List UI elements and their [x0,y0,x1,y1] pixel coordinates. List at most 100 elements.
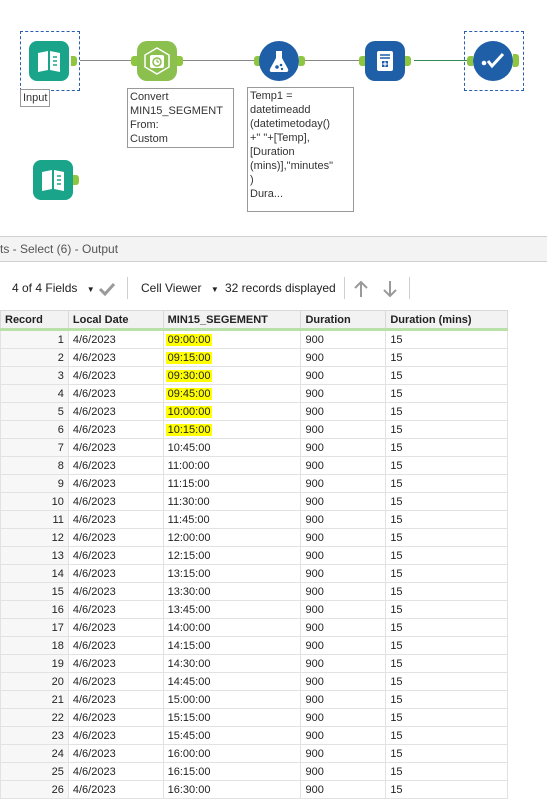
input-tool-2[interactable] [33,160,73,200]
table-cell[interactable]: 15 [385,582,508,601]
table-cell[interactable]: 900 [300,726,387,745]
table-cell[interactable]: 900 [300,420,387,439]
results-grid[interactable]: Record Local Date MIN15_SEGEMENT Duratio… [0,310,508,799]
workflow-canvas[interactable]: Input Convert MIN15_SEGMENT From: Custom [0,0,547,230]
record-number-cell[interactable]: 25 [0,762,69,781]
table-cell[interactable]: 900 [300,438,387,457]
table-cell[interactable]: 15 [385,329,508,349]
record-number-cell[interactable]: 2 [0,348,69,367]
table-cell[interactable]: 09:30:00 [162,366,302,385]
table-cell[interactable]: 15 [385,636,508,655]
table-row[interactable]: 10 4/6/2023 11:30:00 900 15 [0,492,508,511]
formula-tool-output-anchor[interactable] [299,56,305,66]
table-cell[interactable]: 11:00:00 [162,456,302,475]
table-cell[interactable]: 4/6/2023 [67,654,164,673]
record-number-cell[interactable]: 18 [0,636,69,655]
table-cell[interactable]: 16:00:00 [162,744,302,763]
table-cell[interactable]: 4/6/2023 [67,600,164,619]
table-cell[interactable]: 900 [300,492,387,511]
table-row[interactable]: 25 4/6/2023 16:15:00 900 15 [0,762,508,781]
record-number-cell[interactable]: 5 [0,402,69,421]
table-cell[interactable]: 4/6/2023 [67,708,164,727]
table-cell[interactable]: 4/6/2023 [67,582,164,601]
datetime-tool[interactable] [137,41,177,81]
table-cell[interactable]: 4/6/2023 [67,329,164,349]
table-row[interactable]: 20 4/6/2023 14:45:00 900 15 [0,672,508,691]
table-cell[interactable]: 900 [300,510,387,529]
table-cell[interactable]: 4/6/2023 [67,492,164,511]
table-cell[interactable]: 15 [385,528,508,547]
scroll-up-button[interactable] [353,270,369,306]
record-number-cell[interactable]: 11 [0,510,69,529]
table-cell[interactable]: 13:30:00 [162,582,302,601]
table-row[interactable]: 24 4/6/2023 16:00:00 900 15 [0,744,508,763]
table-cell[interactable]: 15 [385,726,508,745]
table-cell[interactable]: 900 [300,780,387,799]
table-row[interactable]: 11 4/6/2023 11:45:00 900 15 [0,510,508,529]
table-cell[interactable]: 15 [385,744,508,763]
table-cell[interactable]: 900 [300,762,387,781]
record-number-cell[interactable]: 7 [0,438,69,457]
table-cell[interactable]: 15 [385,762,508,781]
table-row[interactable]: 9 4/6/2023 11:15:00 900 15 [0,474,508,493]
table-cell[interactable]: 900 [300,348,387,367]
table-cell[interactable]: 12:00:00 [162,528,302,547]
browse-tool[interactable] [473,41,513,81]
table-row[interactable]: 14 4/6/2023 13:15:00 900 15 [0,564,508,583]
select-tool[interactable] [365,41,405,81]
table-cell[interactable]: 15 [385,708,508,727]
column-header[interactable]: Record [0,310,69,331]
table-cell[interactable]: 11:15:00 [162,474,302,493]
table-cell[interactable]: 14:15:00 [162,636,302,655]
table-cell[interactable]: 09:45:00 [162,384,302,403]
table-row[interactable]: 13 4/6/2023 12:15:00 900 15 [0,546,508,565]
table-row[interactable]: 15 4/6/2023 13:30:00 900 15 [0,582,508,601]
table-cell[interactable]: 900 [300,546,387,565]
record-number-cell[interactable]: 8 [0,456,69,475]
table-cell[interactable]: 4/6/2023 [67,762,164,781]
table-cell[interactable]: 4/6/2023 [67,438,164,457]
column-header[interactable]: MIN15_SEGEMENT [162,310,302,331]
table-cell[interactable]: 900 [300,384,387,403]
input-tool[interactable] [29,41,69,81]
table-cell[interactable]: 15:00:00 [162,690,302,709]
record-number-cell[interactable]: 20 [0,672,69,691]
table-cell[interactable]: 09:15:00 [162,348,302,367]
column-header[interactable]: Duration (mins) [385,310,508,331]
table-row[interactable]: 6 4/6/2023 10:15:00 900 15 [0,420,508,439]
table-cell[interactable]: 900 [300,564,387,583]
record-number-cell[interactable]: 13 [0,546,69,565]
record-number-cell[interactable]: 10 [0,492,69,511]
fields-dropdown[interactable]: 4 of 4 Fields ▼ [12,270,95,306]
record-number-cell[interactable]: 15 [0,582,69,601]
table-cell[interactable]: 900 [300,690,387,709]
table-cell[interactable]: 900 [300,528,387,547]
record-number-cell[interactable]: 1 [0,329,69,349]
table-cell[interactable]: 15 [385,618,508,637]
table-row[interactable]: 3 4/6/2023 09:30:00 900 15 [0,366,508,385]
table-row[interactable]: 21 4/6/2023 15:00:00 900 15 [0,690,508,709]
formula-tool[interactable] [259,41,299,81]
record-number-cell[interactable]: 26 [0,780,69,799]
input-tool-output-anchor[interactable] [71,56,77,66]
record-number-cell[interactable]: 16 [0,600,69,619]
table-row[interactable]: 2 4/6/2023 09:15:00 900 15 [0,348,508,367]
table-row[interactable]: 7 4/6/2023 10:45:00 900 15 [0,438,508,457]
table-cell[interactable]: 900 [300,636,387,655]
table-cell[interactable]: 4/6/2023 [67,510,164,529]
record-number-cell[interactable]: 14 [0,564,69,583]
record-number-cell[interactable]: 12 [0,528,69,547]
table-cell[interactable]: 900 [300,402,387,421]
select-tool-output-anchor[interactable] [405,56,411,66]
table-cell[interactable]: 16:30:00 [162,780,302,799]
scroll-down-button[interactable] [382,270,398,306]
table-cell[interactable]: 900 [300,474,387,493]
table-row[interactable]: 26 4/6/2023 16:30:00 900 15 [0,780,508,799]
table-row[interactable]: 8 4/6/2023 11:00:00 900 15 [0,456,508,475]
browse-tool-output-anchor[interactable] [513,54,519,67]
table-cell[interactable]: 900 [300,456,387,475]
table-cell[interactable]: 4/6/2023 [67,456,164,475]
table-cell[interactable]: 4/6/2023 [67,690,164,709]
table-cell[interactable]: 900 [300,329,387,349]
table-cell[interactable]: 4/6/2023 [67,672,164,691]
